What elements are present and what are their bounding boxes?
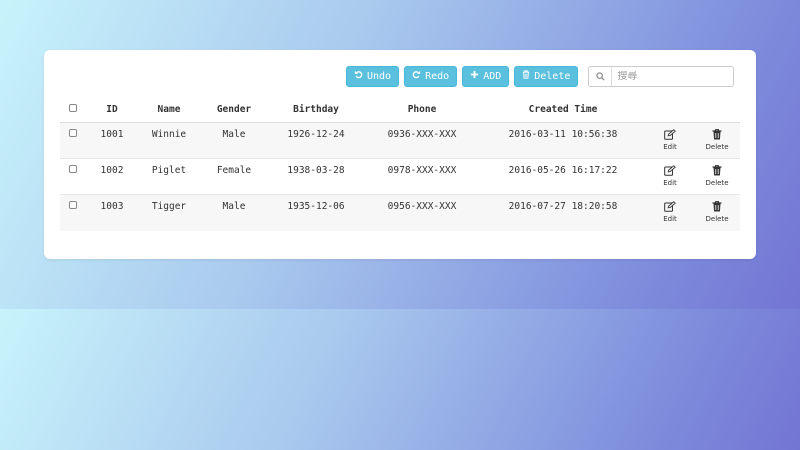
undo-label: Undo — [367, 70, 392, 82]
trash-icon — [712, 165, 722, 176]
cell-created-time: 2016-07-27 18:20:58 — [480, 194, 646, 231]
delete-cell: Delete — [694, 158, 740, 195]
delete-button[interactable]: Delete — [514, 65, 579, 87]
header-id[interactable]: ID — [86, 97, 138, 123]
add-label: ADD — [483, 70, 502, 82]
edit-cell: Edit — [646, 194, 694, 231]
header-phone[interactable]: Phone — [364, 97, 480, 123]
header-gender[interactable]: Gender — [200, 97, 268, 123]
add-button[interactable]: ADD — [462, 65, 510, 87]
table-row: 1001 Winnie Male 1926-12-24 0936-XXX-XXX… — [60, 122, 740, 159]
edit-button[interactable]: Edit — [647, 201, 693, 223]
edit-button[interactable]: Edit — [647, 165, 693, 187]
background-gradient-bottom — [0, 309, 800, 450]
table-row: 1002 Piglet Female 1938-03-28 0978-XXX-X… — [60, 158, 740, 195]
search-input[interactable] — [612, 70, 733, 82]
edit-icon — [664, 201, 676, 212]
edit-label: Edit — [663, 143, 677, 151]
cell-gender: Male — [200, 194, 268, 231]
cell-name: Piglet — [138, 158, 200, 195]
cell-name: Winnie — [138, 122, 200, 159]
row-delete-button[interactable]: Delete — [695, 165, 739, 187]
delete-label: Delete — [705, 143, 729, 151]
select-all-checkbox[interactable] — [69, 104, 77, 112]
cell-id: 1001 — [86, 122, 138, 159]
row-checkbox[interactable] — [69, 165, 77, 173]
cell-name: Tigger — [138, 194, 200, 231]
row-checkbox-cell — [60, 194, 86, 231]
row-checkbox[interactable] — [69, 129, 77, 137]
trash-icon — [712, 129, 722, 140]
cell-created-time: 2016-03-11 10:56:38 — [480, 122, 646, 159]
undo-icon — [354, 70, 363, 82]
undo-button[interactable]: Undo — [346, 65, 400, 87]
cell-birthday: 1935-12-06 — [268, 194, 364, 231]
trash-icon — [712, 201, 722, 212]
header-name[interactable]: Name — [138, 97, 200, 123]
cell-gender: Male — [200, 122, 268, 159]
delete-label: Delete — [534, 70, 571, 82]
delete-cell: Delete — [694, 122, 740, 159]
table-header-row: ID Name Gender Birthday Phone Created Ti… — [60, 97, 740, 123]
header-created-time[interactable]: Created Time — [480, 97, 646, 123]
edit-icon — [664, 129, 676, 140]
row-checkbox[interactable] — [69, 201, 77, 209]
row-delete-button[interactable]: Delete — [695, 129, 739, 151]
edit-label: Edit — [663, 215, 677, 223]
cell-birthday: 1926-12-24 — [268, 122, 364, 159]
search-icon — [589, 66, 613, 86]
search-box — [588, 65, 735, 87]
delete-label: Delete — [705, 179, 729, 187]
cell-created-time: 2016-05-26 16:17:22 — [480, 158, 646, 195]
header-delete — [694, 97, 740, 123]
row-checkbox-cell — [60, 158, 86, 195]
redo-label: Redo — [425, 70, 450, 82]
redo-icon — [412, 70, 421, 82]
edit-button[interactable]: Edit — [647, 129, 693, 151]
data-table: ID Name Gender Birthday Phone Created Ti… — [60, 97, 740, 231]
edit-label: Edit — [663, 179, 677, 187]
table-card: Undo Redo ADD Delete 搜尋 ID Name Gender B… — [44, 50, 756, 259]
cell-birthday: 1938-03-28 — [268, 158, 364, 195]
edit-icon — [664, 165, 676, 176]
header-birthday[interactable]: Birthday — [268, 97, 364, 123]
cell-phone: 0936-XXX-XXX — [364, 122, 480, 159]
row-checkbox-cell — [60, 122, 86, 159]
toolbar: Undo Redo ADD Delete — [346, 65, 735, 87]
edit-cell: Edit — [646, 158, 694, 195]
header-edit — [646, 97, 694, 123]
plus-icon — [470, 70, 479, 82]
redo-button[interactable]: Redo — [404, 65, 458, 87]
cell-phone: 0956-XXX-XXX — [364, 194, 480, 231]
cell-id: 1002 — [86, 158, 138, 195]
edit-cell: Edit — [646, 122, 694, 159]
cell-id: 1003 — [86, 194, 138, 231]
cell-gender: Female — [200, 158, 268, 195]
delete-label: Delete — [705, 215, 729, 223]
delete-cell: Delete — [694, 194, 740, 231]
table-row: 1003 Tigger Male 1935-12-06 0956-XXX-XXX… — [60, 194, 740, 231]
select-all-cell — [60, 97, 86, 123]
row-delete-button[interactable]: Delete — [695, 201, 739, 223]
trash-icon — [522, 70, 530, 82]
cell-phone: 0978-XXX-XXX — [364, 158, 480, 195]
